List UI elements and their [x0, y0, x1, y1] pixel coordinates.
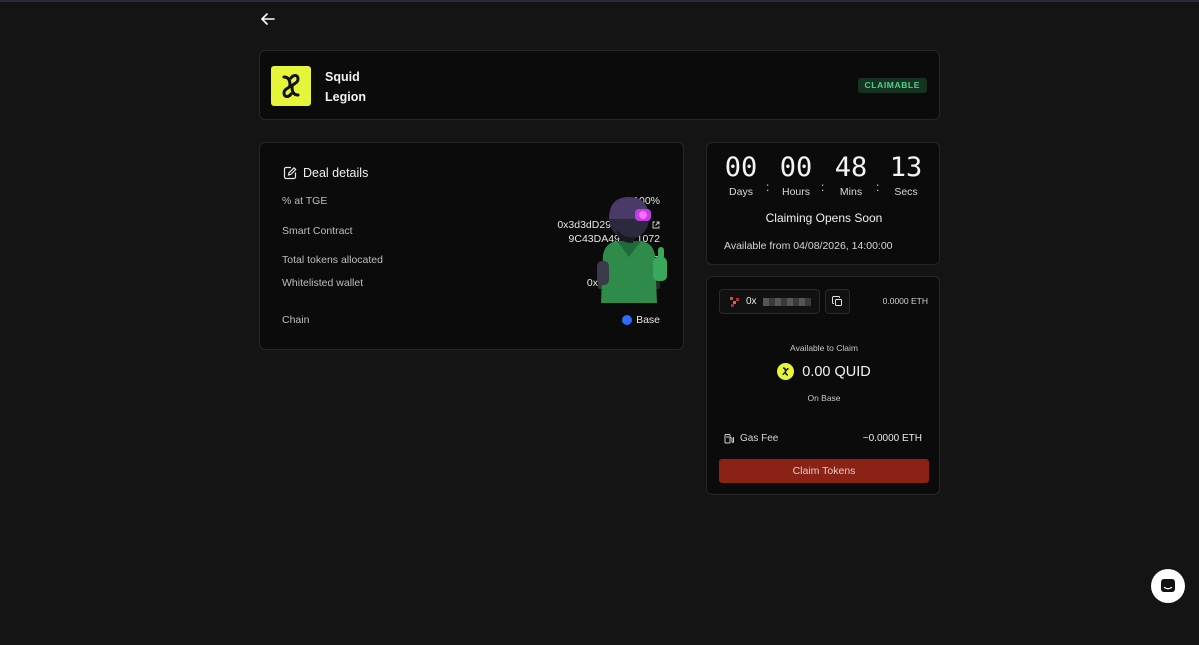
countdown-secs: 13 Secs — [889, 152, 923, 198]
mascot-illustration — [597, 197, 667, 305]
quid-token-icon — [777, 363, 795, 380]
wallet-label: Whitelisted wallet — [282, 277, 364, 289]
status-badge: CLAIMABLE — [857, 78, 927, 93]
project-name-line1: Squid — [325, 70, 360, 84]
project-name-line2: Legion — [325, 90, 366, 104]
countdown-separator: : — [766, 180, 770, 194]
project-logo — [271, 66, 311, 106]
wallet-prefix: 0x — [746, 296, 757, 307]
claim-status-text: Claiming Opens Soon — [765, 211, 883, 225]
claim-amount: 0.00 QUID — [707, 363, 941, 380]
arrow-left-icon — [261, 13, 275, 25]
project-name: Squid Legion — [325, 67, 366, 107]
back-button[interactable] — [258, 10, 278, 28]
copy-icon — [832, 296, 842, 306]
wallet-address-redacted — [762, 297, 811, 306]
countdown-days: 00 Days — [724, 152, 758, 198]
eth-balance: 0.0000 ETH — [882, 296, 928, 306]
chat-bubble-icon — [1161, 579, 1175, 592]
claim-card: 0x 0.0000 ETH Available to Claim 0.00 QU… — [706, 276, 940, 495]
tge-label: % at TGE — [282, 195, 328, 207]
copy-address-button[interactable] — [825, 289, 850, 314]
edit-document-icon — [283, 166, 297, 180]
contract-label: Smart Contract — [282, 225, 353, 237]
deal-details-card: Deal details % at TGE 100% Smart Contrac… — [259, 142, 684, 350]
countdown-separator: : — [821, 180, 825, 194]
countdown-hours: 00 Hours — [779, 152, 813, 198]
network-label: On Base — [807, 393, 841, 403]
gas-fee-value: ~0.0000 ETH — [862, 433, 922, 444]
countdown-timer: 00 Days : 00 Hours : 48 Mins : 13 Secs — [707, 152, 941, 202]
available-to-claim-label: Available to Claim — [790, 343, 858, 353]
countdown-card: 00 Days : 00 Hours : 48 Mins : 13 Secs C… — [706, 142, 940, 265]
wallet-avatar-icon — [730, 296, 739, 307]
tokens-label: Total tokens allocated — [282, 254, 383, 266]
connected-wallet[interactable]: 0x — [719, 289, 820, 314]
support-chat-button[interactable] — [1151, 569, 1185, 603]
chain-label: Chain — [282, 314, 310, 326]
claim-tokens-button[interactable]: Claim Tokens — [719, 459, 929, 483]
deal-details-title: Deal details — [283, 166, 368, 180]
chain-value: Base — [622, 314, 660, 326]
top-border — [0, 0, 1199, 2]
countdown-separator: : — [876, 180, 880, 194]
gas-fee-label: Gas Fee — [724, 433, 778, 444]
base-chain-icon — [622, 315, 633, 326]
available-from-text: Available from 04/08/2026, 14:00:00 — [724, 240, 893, 252]
claim-amount-value: 0.00 QUID — [802, 363, 871, 380]
deal-details-label: Deal details — [303, 166, 369, 180]
fuel-pump-icon — [724, 434, 734, 444]
project-header: Squid Legion CLAIMABLE — [259, 50, 940, 120]
countdown-mins: 48 Mins — [834, 152, 868, 198]
